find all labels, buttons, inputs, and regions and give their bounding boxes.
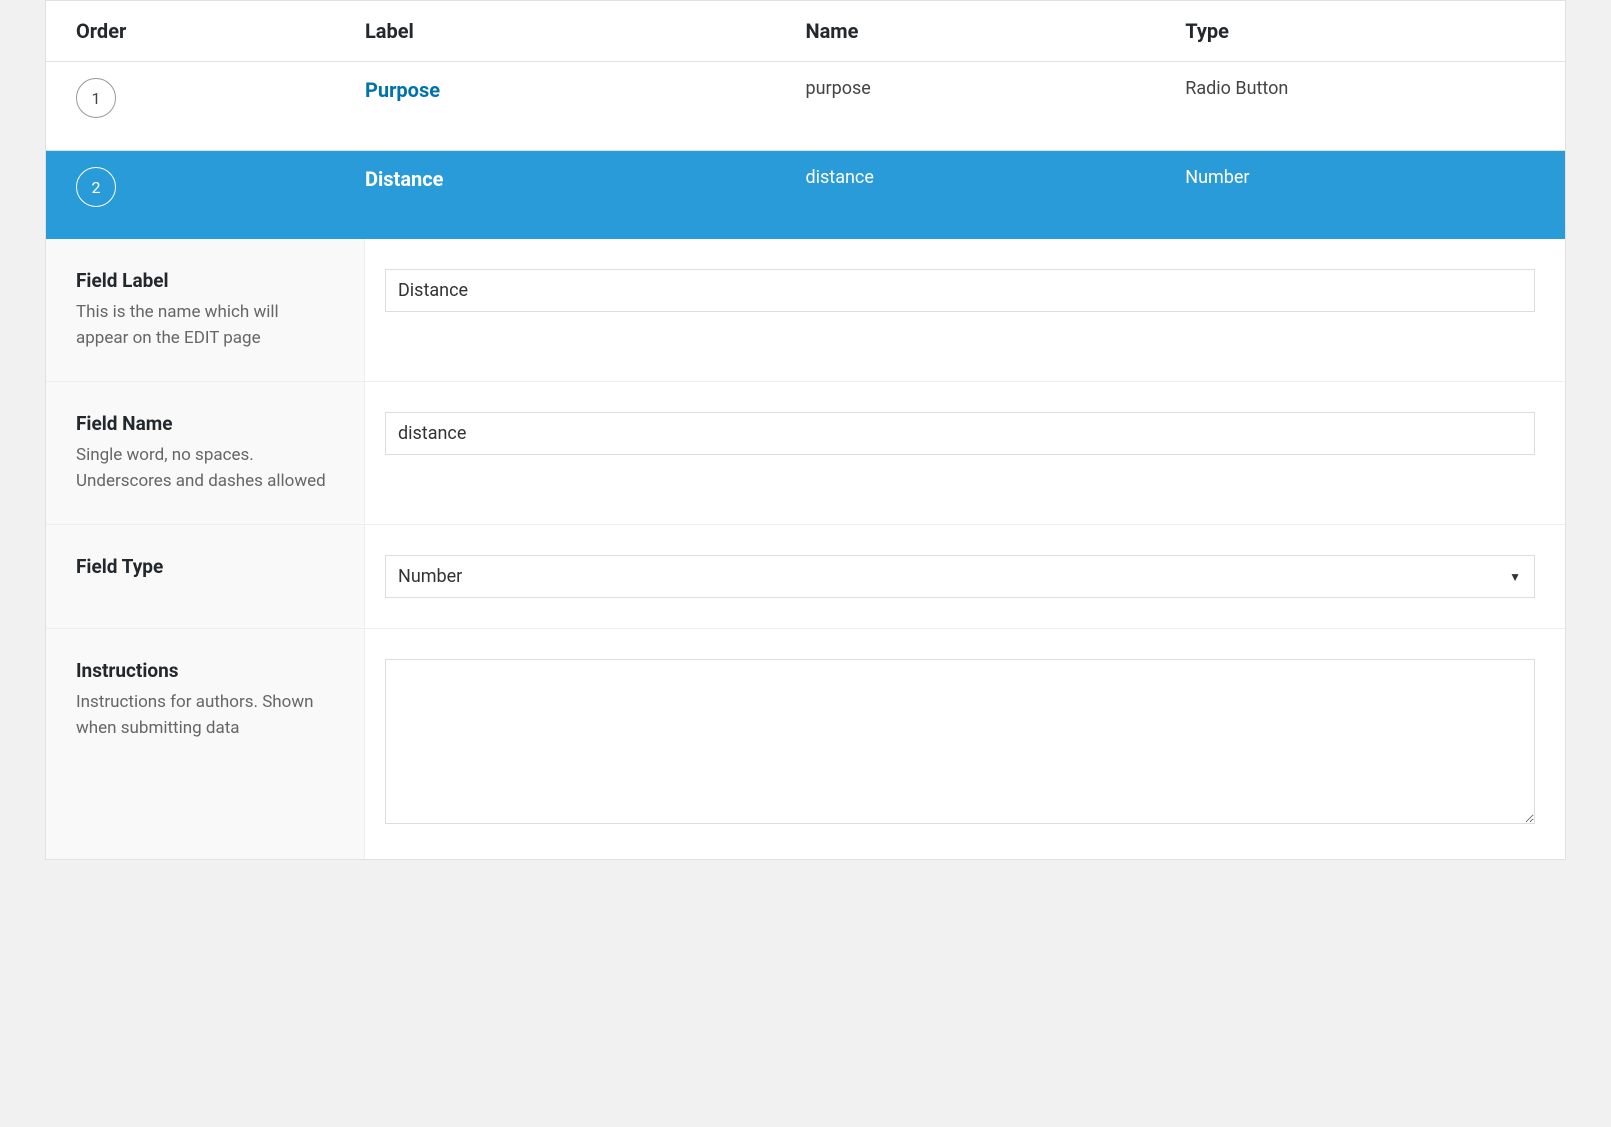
setting-input-col [365,239,1565,381]
field-label-cell: Distance [365,167,806,191]
header-label: Label [365,19,806,43]
header-type: Type [1185,19,1565,43]
table-header-row: Order Label Name Type [46,1,1565,62]
setting-title-instructions: Instructions [76,659,334,682]
setting-desc-field-label: This is the name which will appear on th… [76,300,334,351]
field-row-distance[interactable]: 2 Distance distance Number [46,151,1565,239]
field-type-select[interactable]: Number [385,555,1535,598]
field-order-cell: 1 [46,78,365,118]
setting-label-col: Field Label This is the name which will … [46,239,365,381]
setting-row-instructions: Instructions Instructions for authors. S… [46,629,1565,859]
field-order-cell: 2 [46,167,365,207]
setting-row-field-label: Field Label This is the name which will … [46,239,1565,382]
field-type-select-wrap: Number [385,555,1535,598]
setting-desc-field-name: Single word, no spaces. Underscores and … [76,443,334,494]
setting-label-col: Instructions Instructions for authors. S… [46,629,365,859]
setting-label-col: Field Type [46,525,365,628]
order-badge[interactable]: 2 [76,167,116,207]
field-type-cell: Number [1185,167,1565,188]
field-label-input[interactable] [385,269,1535,312]
field-group-table: Order Label Name Type 1 Purpose purpose … [45,0,1566,860]
header-name: Name [805,19,1185,43]
field-label-link-purpose[interactable]: Purpose [365,78,440,102]
setting-row-field-name: Field Name Single word, no spaces. Under… [46,382,1565,525]
setting-title-field-label: Field Label [76,269,334,292]
header-order: Order [46,19,365,43]
field-name-cell: distance [805,167,1185,188]
setting-label-col: Field Name Single word, no spaces. Under… [46,382,365,524]
setting-title-field-name: Field Name [76,412,334,435]
setting-input-col [365,382,1565,524]
field-type-cell: Radio Button [1185,78,1565,99]
setting-row-field-type: Field Type Number [46,525,1565,629]
order-badge[interactable]: 1 [76,78,116,118]
field-name-input[interactable] [385,412,1535,455]
setting-input-col: Number [365,525,1565,628]
field-name-cell: purpose [805,78,1185,99]
setting-input-col [365,629,1565,859]
setting-title-field-type: Field Type [76,555,334,578]
field-label-cell: Purpose [365,78,806,102]
field-row-purpose[interactable]: 1 Purpose purpose Radio Button [46,62,1565,151]
instructions-textarea[interactable] [385,659,1535,824]
field-label-link-distance[interactable]: Distance [365,167,443,191]
setting-desc-instructions: Instructions for authors. Shown when sub… [76,690,334,741]
